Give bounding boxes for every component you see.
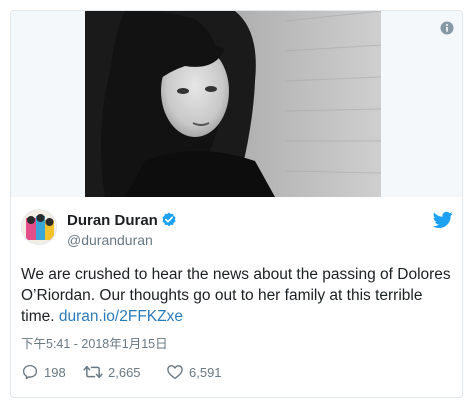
tweet-link[interactable]: duran.io/2FFKZxe <box>59 308 183 325</box>
tweet-header: Duran Duran @duranduran <box>21 209 453 249</box>
twitter-bird-icon[interactable] <box>433 211 453 229</box>
portrait-photo <box>85 11 381 197</box>
like-count: 6,591 <box>189 364 222 380</box>
author-name-text[interactable]: Duran Duran <box>67 212 158 229</box>
author-name[interactable]: Duran Duran <box>67 212 177 229</box>
avatar[interactable] <box>21 209 57 245</box>
info-icon[interactable] <box>440 21 454 35</box>
reply-button[interactable]: 198 <box>21 362 66 382</box>
embedded-tweet-card: Duran Duran @duranduran We are crushed t… <box>10 10 463 398</box>
like-icon <box>167 365 183 380</box>
retweet-icon <box>83 365 103 379</box>
tweet-photo[interactable] <box>85 11 381 197</box>
avatar-image <box>22 210 56 244</box>
author-handle[interactable]: @duranduran <box>67 232 153 248</box>
tweet-text: We are crushed to hear the news about th… <box>21 264 455 327</box>
like-button[interactable]: 6,591 <box>166 362 222 382</box>
tweet-media-area <box>11 11 462 197</box>
reply-icon <box>22 364 38 380</box>
tweet-actions: 198 2,665 6,591 <box>21 362 321 382</box>
verified-badge-icon <box>162 212 176 227</box>
reply-count: 198 <box>44 364 66 380</box>
retweet-button[interactable]: 2,665 <box>83 362 141 382</box>
retweet-count: 2,665 <box>108 364 141 380</box>
tweet-timestamp[interactable]: 下午5:41 - 2018年1月15日 <box>21 333 168 352</box>
